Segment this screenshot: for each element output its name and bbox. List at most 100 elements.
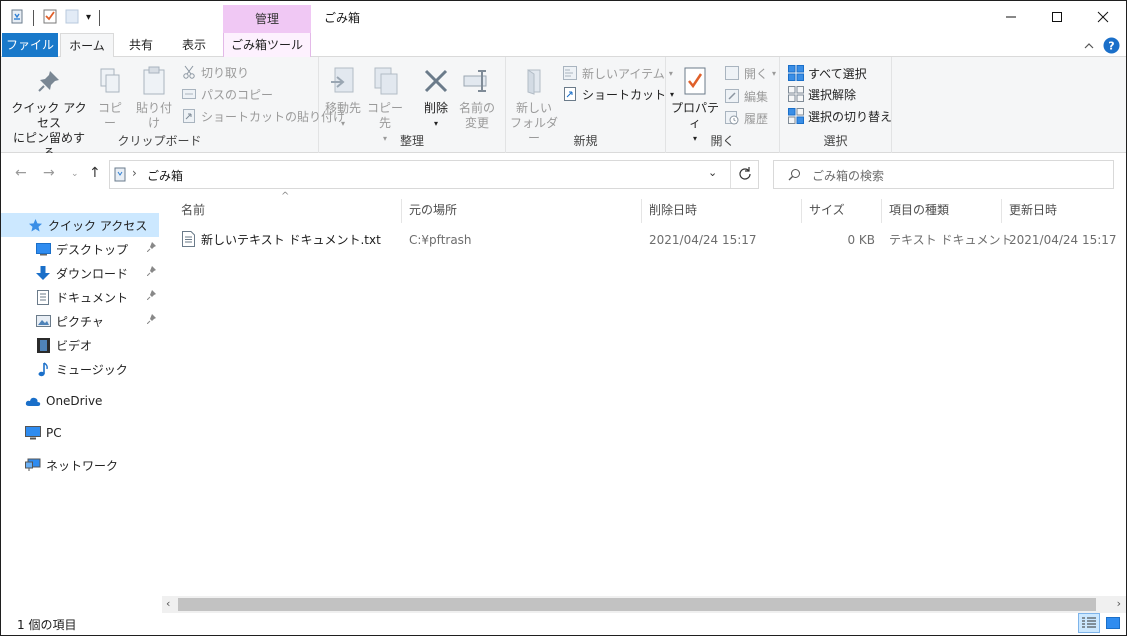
window-title: ごみ箱	[324, 11, 361, 25]
column-header-size[interactable]: サイズ	[809, 199, 845, 221]
star-icon	[27, 217, 43, 233]
new-item-button[interactable]: 新しいアイテム ▾	[562, 63, 673, 83]
column-separator[interactable]	[401, 199, 402, 223]
address-dropdown-icon[interactable]: ⌄	[708, 166, 717, 179]
column-separator[interactable]	[1001, 199, 1002, 223]
copy-button[interactable]: コピー	[93, 65, 127, 131]
nav-downloads[interactable]: ダウンロード	[1, 261, 161, 285]
nav-quick-access[interactable]: クイック アクセス	[1, 213, 159, 237]
tab-file[interactable]: ファイル	[2, 33, 58, 57]
up-arrow-icon[interactable]: ↑	[89, 165, 101, 181]
maximize-button[interactable]	[1034, 1, 1080, 33]
qat-customize-icon[interactable]: ▾	[86, 12, 91, 23]
qat-separator	[33, 9, 34, 26]
tab-view[interactable]: 表示	[171, 33, 217, 57]
clipboard-group-label: クリップボード	[117, 134, 202, 148]
large-icons-view-button[interactable]	[1104, 615, 1122, 631]
copy-path-button[interactable]: パスのコピー	[181, 84, 273, 104]
item-count: 1 個の項目	[17, 618, 77, 632]
nav-quick-access-label: クイック アクセス	[48, 218, 148, 233]
rename-button[interactable]: 名前の 変更	[457, 65, 497, 131]
paste-label: 貼り付け	[135, 101, 172, 130]
new-folder-qat-icon[interactable]	[64, 8, 80, 27]
move-to-dropdown-icon: ▾	[340, 119, 345, 128]
scrollbar-thumb[interactable]	[178, 598, 1096, 611]
edit-button[interactable]: 編集	[724, 86, 768, 106]
new-item-icon	[562, 65, 578, 81]
details-view-button[interactable]	[1078, 613, 1100, 633]
sort-ascending-icon: ^	[281, 191, 290, 202]
nav-onedrive[interactable]: OneDrive	[1, 389, 161, 413]
tab-share[interactable]: 共有	[119, 33, 163, 57]
column-header-date-deleted[interactable]: 削除日時	[649, 199, 697, 221]
nav-desktop[interactable]: デスクトップ	[1, 237, 161, 261]
invert-selection-button[interactable]: 選択の切り替え	[788, 106, 892, 126]
delete-x-icon	[420, 65, 452, 97]
details-view-icon	[1082, 617, 1096, 628]
column-separator[interactable]	[881, 199, 882, 223]
breadcrumb-recycle-bin[interactable]: ごみ箱	[147, 167, 183, 184]
forward-arrow-icon[interactable]: →	[43, 165, 55, 181]
pinned-icon	[146, 289, 157, 303]
pin-icon	[33, 65, 65, 97]
organize-group-label: 整理	[399, 134, 424, 148]
delete-label: 削除	[423, 101, 448, 115]
tab-home[interactable]: ホーム	[60, 33, 114, 58]
search-box[interactable]: ごみ箱の検索	[773, 160, 1114, 189]
cut-label: 切り取り	[201, 65, 250, 80]
nav-documents[interactable]: ドキュメント	[1, 285, 161, 309]
new-item-label: 新しいアイテム	[582, 66, 665, 81]
column-header-original-location[interactable]: 元の場所	[409, 199, 457, 221]
column-header-date-modified[interactable]: 更新日時	[1009, 199, 1057, 221]
nav-music[interactable]: ミュージック	[1, 357, 161, 381]
history-button[interactable]: 履歴	[724, 108, 768, 128]
scroll-left-arrow-icon[interactable]: ‹	[166, 597, 170, 610]
move-to-label: 移動先	[325, 101, 362, 115]
delete-button[interactable]: 削除 ▾	[419, 65, 453, 131]
file-name[interactable]: 新しいテキスト ドキュメント.txt	[201, 231, 381, 249]
recent-locations-chevron-icon[interactable]: ⌄	[71, 169, 79, 179]
properties-qat-icon[interactable]	[42, 8, 58, 27]
column-header-item-type[interactable]: 項目の種類	[889, 199, 949, 221]
shortcut-button[interactable]: ショートカット ▾	[562, 84, 674, 104]
nav-pictures[interactable]: ピクチャ	[1, 309, 161, 333]
open-group-label: 開く	[710, 134, 735, 148]
help-icon[interactable]: ?	[1103, 37, 1120, 57]
paste-button[interactable]: 貼り付け	[131, 65, 177, 131]
context-group-manage: 管理	[223, 5, 311, 33]
horizontal-scrollbar[interactable]: ‹ ›	[162, 596, 1126, 613]
open-icon	[724, 65, 740, 81]
qat-separator-2	[99, 9, 101, 26]
group-organize: 移動先 ▾ コピー先 ▾ 削除 ▾ 名前の 変更 整理	[319, 57, 506, 153]
navigation-pane: クイック アクセス デスクトップ ダウンロード ドキュメント ピクチャ ビデオ …	[1, 197, 161, 609]
refresh-icon[interactable]	[738, 166, 752, 183]
minimize-button[interactable]	[988, 1, 1034, 33]
address-bar[interactable]: › ごみ箱 ⌄	[109, 160, 759, 189]
column-header-name[interactable]: 名前	[181, 199, 205, 221]
breadcrumb-chevron-icon[interactable]: ›	[132, 166, 137, 180]
nav-network[interactable]: ネットワーク	[1, 453, 161, 477]
address-divider	[730, 161, 731, 188]
recycle-bin-icon[interactable]	[9, 8, 25, 27]
file-size: 0 KB	[847, 233, 875, 247]
tab-recycle-bin-tools[interactable]: ごみ箱ツール	[223, 33, 311, 57]
nav-pc-label: PC	[46, 426, 62, 440]
scissors-icon	[181, 64, 197, 80]
collapse-ribbon-icon[interactable]	[1083, 40, 1095, 55]
back-arrow-icon[interactable]: ←	[15, 165, 27, 181]
cut-button[interactable]: 切り取り	[181, 62, 249, 82]
column-separator[interactable]	[641, 199, 642, 223]
open-button[interactable]: 開く ▾	[724, 63, 776, 83]
nav-videos[interactable]: ビデオ	[1, 333, 161, 357]
file-date-modified: 2021/04/24 15:17	[1009, 233, 1117, 247]
close-button[interactable]	[1080, 1, 1126, 33]
column-separator[interactable]	[801, 199, 802, 223]
desktop-icon	[35, 241, 51, 257]
scroll-right-arrow-icon[interactable]: ›	[1117, 597, 1121, 610]
move-to-button[interactable]: 移動先 ▾	[325, 65, 361, 131]
history-icon	[724, 110, 740, 126]
nav-videos-label: ビデオ	[56, 338, 93, 353]
select-none-button[interactable]: 選択解除	[788, 84, 856, 104]
nav-pc[interactable]: PC	[1, 421, 161, 445]
select-all-button[interactable]: すべて選択	[788, 63, 867, 83]
